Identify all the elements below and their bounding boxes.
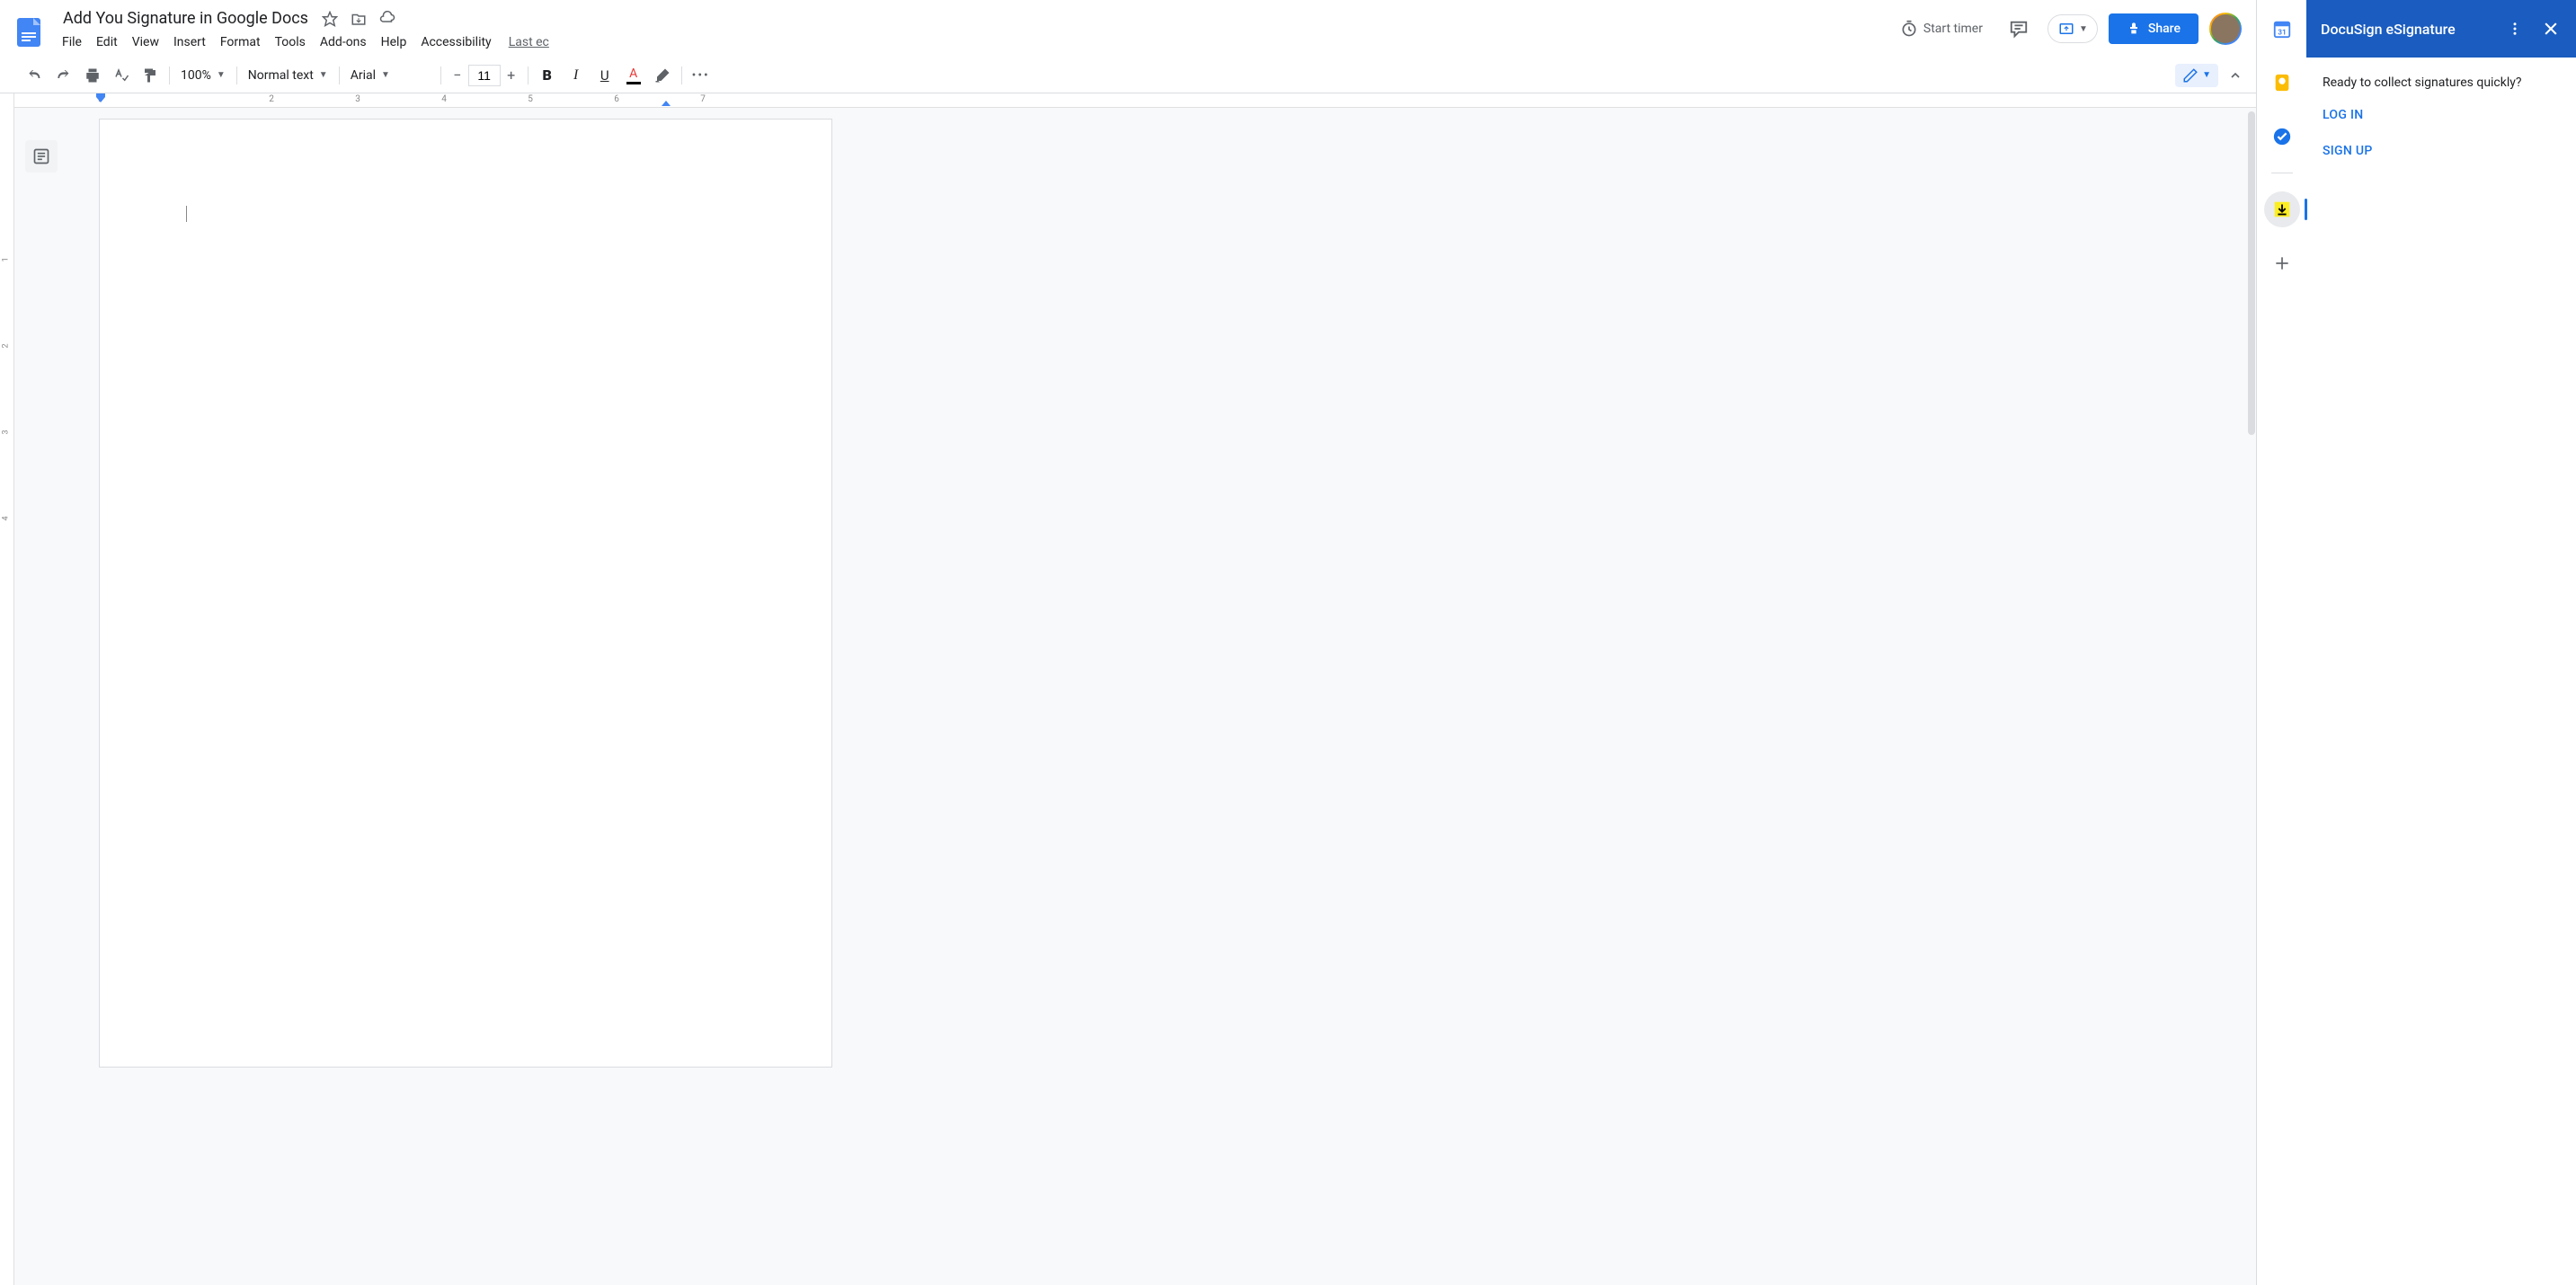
font-size-input[interactable]: [468, 65, 501, 86]
more-tools-button[interactable]: •••: [688, 63, 715, 88]
text-cursor: [186, 206, 187, 222]
move-icon[interactable]: [350, 10, 368, 28]
italic-button[interactable]: I: [563, 63, 590, 88]
chevron-down-icon: ▼: [2202, 70, 2211, 80]
vertical-ruler[interactable]: 1 2 3 4: [0, 93, 14, 1285]
chevron-down-icon: ▼: [217, 70, 226, 80]
menu-format[interactable]: Format: [214, 31, 267, 53]
login-link[interactable]: LOG IN: [2323, 108, 2560, 122]
scrollbar-thumb[interactable]: [2248, 111, 2255, 435]
share-button[interactable]: Share: [2109, 13, 2198, 44]
right-indent-marker[interactable]: [662, 101, 671, 106]
collapse-toolbar-button[interactable]: [2222, 63, 2249, 88]
menu-file[interactable]: File: [56, 31, 88, 53]
toolbar: 100% ▼ Normal text ▼ Arial ▼ − + B I U: [0, 58, 2256, 93]
docusign-header: DocuSign eSignature: [2306, 0, 2576, 58]
bold-button[interactable]: B: [534, 63, 561, 88]
calendar-icon[interactable]: 31: [2264, 11, 2300, 47]
menu-addons[interactable]: Add-ons: [314, 31, 373, 53]
chevron-down-icon: ▼: [2079, 24, 2088, 34]
zoom-select[interactable]: 100% ▼: [175, 65, 231, 86]
share-label: Share: [2148, 22, 2181, 36]
paint-format-button[interactable]: [137, 63, 164, 88]
highlight-button[interactable]: [649, 63, 676, 88]
chevron-down-icon: ▼: [319, 70, 328, 80]
more-options-icon[interactable]: [2504, 18, 2526, 40]
close-icon[interactable]: [2540, 18, 2562, 40]
scrollbar[interactable]: [2247, 93, 2256, 1285]
menubar: File Edit View Insert Format Tools Add-o…: [54, 30, 1893, 53]
docs-logo-icon[interactable]: [11, 14, 47, 50]
account-avatar[interactable]: [2209, 13, 2242, 45]
docusign-title: DocuSign eSignature: [2321, 21, 2456, 38]
menu-tools[interactable]: Tools: [269, 31, 312, 53]
start-timer-button[interactable]: Start timer: [1893, 14, 1990, 43]
menu-accessibility[interactable]: Accessibility: [414, 31, 497, 53]
text-color-button[interactable]: A: [620, 63, 647, 88]
underline-button[interactable]: U: [591, 63, 618, 88]
style-select[interactable]: Normal text ▼: [243, 65, 333, 86]
svg-text:31: 31: [2278, 28, 2286, 37]
chevron-down-icon: ▼: [381, 70, 390, 80]
cloud-status-icon[interactable]: [378, 10, 396, 28]
editing-mode-button[interactable]: ▼: [2175, 64, 2218, 87]
decrease-font-button[interactable]: −: [447, 65, 468, 86]
timer-label: Start timer: [1923, 22, 1983, 36]
editor-container: 1 2 3 4 1 2 3 4 5 6 7: [0, 93, 2256, 1285]
menu-view[interactable]: View: [126, 31, 165, 53]
signup-link[interactable]: SIGN UP: [2323, 144, 2560, 158]
document-page[interactable]: [99, 119, 832, 1068]
keep-icon[interactable]: [2264, 65, 2300, 101]
menu-help[interactable]: Help: [375, 31, 413, 53]
print-button[interactable]: [79, 63, 106, 88]
comments-button[interactable]: [2001, 11, 2037, 47]
present-button[interactable]: ▼: [2047, 14, 2098, 43]
left-indent-marker[interactable]: [101, 93, 105, 102]
menu-edit[interactable]: Edit: [90, 31, 124, 53]
tasks-icon[interactable]: [2264, 119, 2300, 155]
horizontal-ruler[interactable]: 1 2 3 4 5 6 7: [14, 93, 2256, 108]
redo-button[interactable]: [50, 63, 77, 88]
document-title[interactable]: Add You Signature in Google Docs: [58, 7, 314, 30]
star-icon[interactable]: [321, 10, 339, 28]
app-header: Add You Signature in Google Docs: [0, 0, 2256, 58]
spellcheck-button[interactable]: [108, 63, 135, 88]
font-select[interactable]: Arial ▼: [345, 65, 435, 86]
menu-insert[interactable]: Insert: [167, 31, 212, 53]
undo-button[interactable]: [22, 63, 49, 88]
docusign-addon-icon[interactable]: [2264, 191, 2300, 227]
get-addons-button[interactable]: [2264, 245, 2300, 281]
last-edit-link[interactable]: Last ec: [500, 35, 549, 49]
docusign-panel: DocuSign eSignature Ready to collect sig…: [2306, 0, 2576, 1285]
side-panel-strip: 31: [2256, 0, 2306, 1285]
increase-font-button[interactable]: +: [501, 65, 522, 86]
docusign-prompt: Ready to collect signatures quickly?: [2323, 75, 2560, 90]
